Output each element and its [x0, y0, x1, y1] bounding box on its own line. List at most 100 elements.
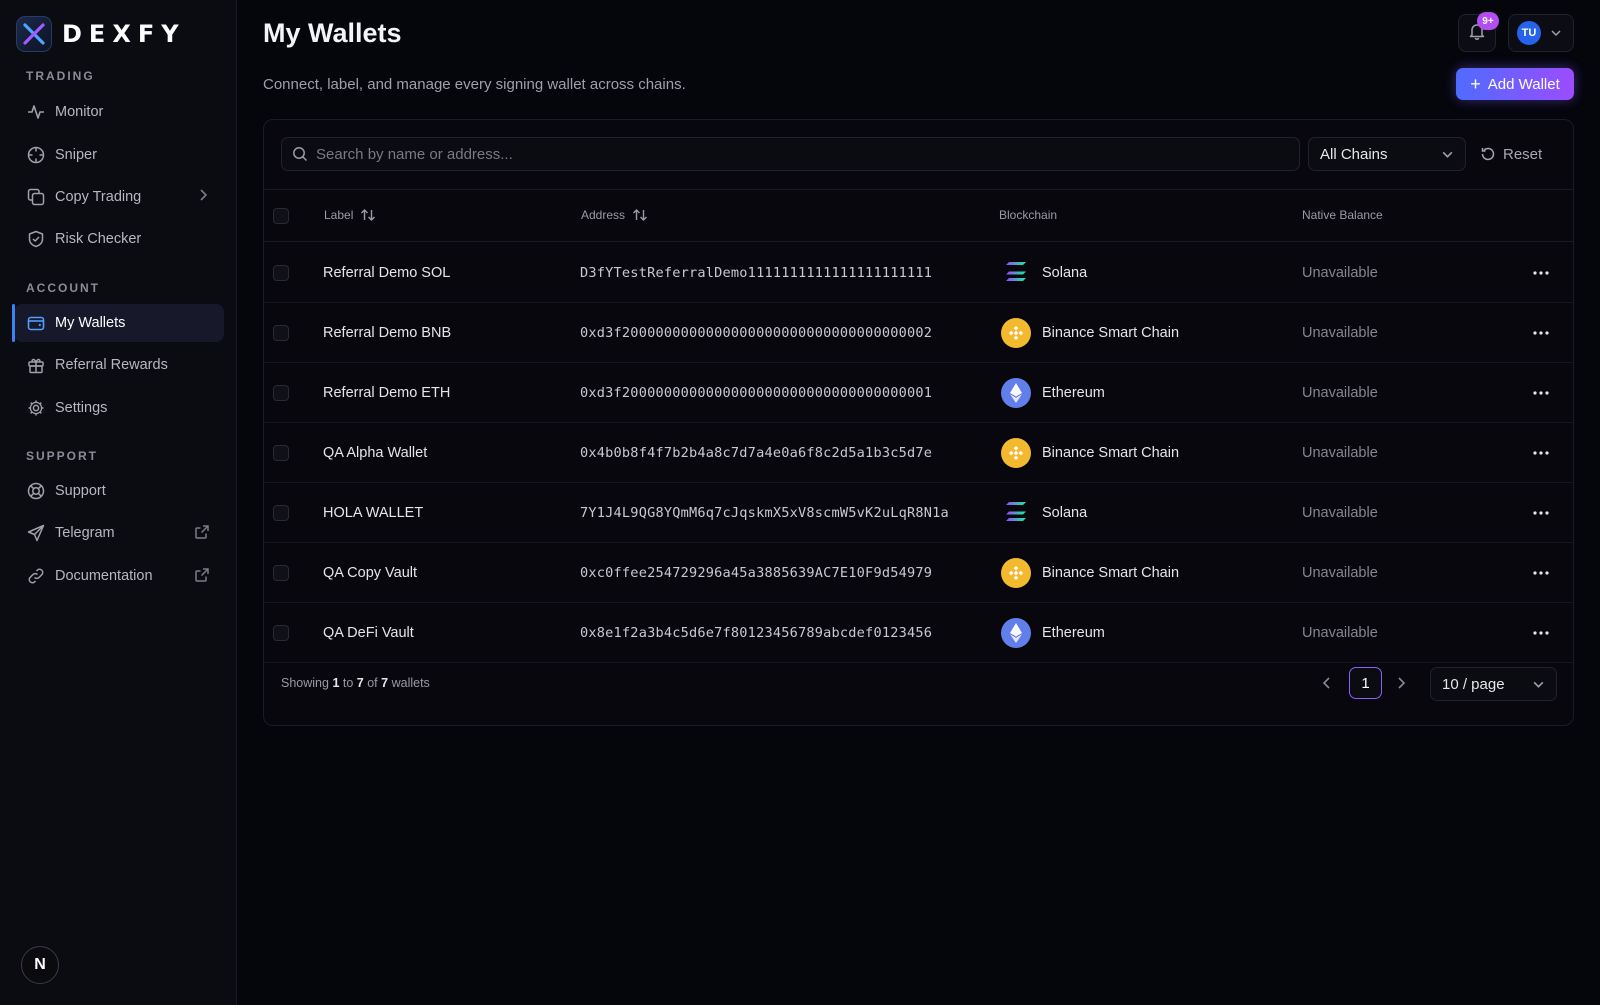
- table-row[interactable]: QA Alpha Wallet 0x4b0b8f4f7b2b4a8c7d7a4e…: [264, 423, 1573, 483]
- section-label-support: SUPPORT: [26, 449, 99, 463]
- sidebar-item-documentation[interactable]: Documentation: [14, 557, 224, 595]
- plus-icon: +: [1470, 74, 1481, 94]
- search-icon: [292, 146, 308, 162]
- sort-icon: [632, 208, 648, 222]
- native-balance: Unavailable: [1302, 445, 1378, 461]
- more-horizontal-icon: [1533, 511, 1549, 515]
- wallet-icon: [26, 313, 46, 333]
- sidebar-item-support[interactable]: Support: [14, 472, 224, 510]
- table-row[interactable]: Referral Demo SOL D3fYTestReferralDemo11…: [264, 243, 1573, 303]
- previous-page-button[interactable]: [1321, 676, 1333, 695]
- table-row[interactable]: QA Copy Vault 0xc0ffee254729296a45a38856…: [264, 543, 1573, 603]
- shield-check-icon: [26, 229, 46, 249]
- column-header-native-balance: Native Balance: [1302, 208, 1383, 222]
- row-actions-button[interactable]: [1529, 603, 1553, 663]
- more-horizontal-icon: [1533, 631, 1549, 635]
- send-icon: [26, 523, 46, 543]
- add-wallet-label: Add Wallet: [1487, 75, 1560, 93]
- column-header-blockchain: Blockchain: [999, 208, 1057, 222]
- column-header-label[interactable]: Label: [324, 208, 376, 222]
- column-label: Native Balance: [1302, 208, 1383, 222]
- sidebar-item-telegram[interactable]: Telegram: [14, 514, 224, 552]
- wallet-address: 0xc0ffee254729296a45a3885639AC7E10F9d549…: [580, 565, 933, 581]
- more-horizontal-icon: [1533, 331, 1549, 335]
- chain-filter-value: All Chains: [1320, 145, 1388, 163]
- wallet-address: 0x4b0b8f4f7b2b4a8c7d7a4e0a6f8c2d5a1b3c5d…: [580, 445, 933, 461]
- bnb-icon: [1001, 438, 1031, 468]
- wallet-label: HOLA WALLET: [323, 505, 424, 521]
- page-size-select[interactable]: 10 / page: [1430, 667, 1557, 701]
- wallet-chain: Binance Smart Chain: [1001, 423, 1179, 483]
- gear-icon: [26, 398, 46, 418]
- wallet-chain: Solana: [1001, 243, 1087, 303]
- wallet-chain: Solana: [1001, 483, 1087, 543]
- row-checkbox[interactable]: [273, 445, 289, 461]
- search-field[interactable]: [281, 137, 1300, 171]
- sidebar-item-label: Telegram: [55, 525, 115, 541]
- solana-icon: [1001, 498, 1031, 528]
- row-checkbox[interactable]: [273, 385, 289, 401]
- row-checkbox[interactable]: [273, 325, 289, 341]
- summary-from: 1: [332, 676, 340, 690]
- page-title: My Wallets: [263, 18, 402, 48]
- page-number-button[interactable]: 1: [1349, 667, 1382, 699]
- search-input[interactable]: [316, 145, 1276, 163]
- gift-icon: [26, 355, 46, 375]
- row-checkbox[interactable]: [273, 265, 289, 281]
- row-actions-button[interactable]: [1529, 483, 1553, 543]
- table-row[interactable]: HOLA WALLET 7Y1J4L9QG8YQmM6q7cJqskmX5xV8…: [264, 483, 1573, 543]
- sidebar-item-label: Copy Trading: [55, 189, 142, 205]
- sidebar-item-label: Settings: [55, 400, 108, 416]
- wallet-label: Referral Demo SOL: [323, 265, 451, 281]
- table-row[interactable]: QA DeFi Vault 0x8e1f2a3b4c5d6e7f80123456…: [264, 603, 1573, 663]
- chain-filter-select[interactable]: All Chains: [1308, 137, 1466, 171]
- wallet-label: QA DeFi Vault: [323, 625, 414, 641]
- next-page-button[interactable]: [1395, 676, 1407, 695]
- chain-name: Binance Smart Chain: [1042, 325, 1180, 341]
- chevron-right-icon: [1395, 677, 1407, 694]
- row-actions-button[interactable]: [1529, 423, 1553, 483]
- table-row[interactable]: Referral Demo ETH 0xd3f20000000000000000…: [264, 363, 1573, 423]
- native-balance: Unavailable: [1302, 325, 1378, 341]
- sidebar-item-copy-trading[interactable]: Copy Trading: [14, 178, 224, 216]
- summary-total: 7: [381, 676, 389, 690]
- row-checkbox[interactable]: [273, 565, 289, 581]
- corner-badge[interactable]: N: [21, 946, 59, 984]
- sidebar-item-sniper[interactable]: Sniper: [14, 136, 224, 174]
- column-header-address[interactable]: Address: [581, 208, 648, 222]
- row-checkbox[interactable]: [273, 625, 289, 641]
- sidebar-item-referral-rewards[interactable]: Referral Rewards: [14, 346, 224, 384]
- sidebar-item-settings[interactable]: Settings: [14, 389, 224, 427]
- user-menu-button[interactable]: TU: [1508, 14, 1574, 52]
- add-wallet-button[interactable]: + Add Wallet: [1456, 68, 1574, 100]
- row-actions-button[interactable]: [1529, 363, 1553, 423]
- sidebar-item-monitor[interactable]: Monitor: [14, 93, 224, 131]
- wallet-address: 7Y1J4L9QG8YQmM6q7cJqskmX5xV8scmW5vK2uLqR…: [580, 505, 949, 521]
- row-actions-button[interactable]: [1529, 543, 1553, 603]
- wallet-chain: Binance Smart Chain: [1001, 303, 1179, 363]
- select-all-checkbox[interactable]: [273, 208, 289, 224]
- wallet-address: 0xd3f20000000000000000000000000000000000…: [580, 325, 933, 341]
- activity-icon: [26, 102, 46, 122]
- page-size-value: 10 / page: [1442, 675, 1505, 693]
- row-actions-button[interactable]: [1529, 303, 1553, 363]
- wallet-label: QA Alpha Wallet: [323, 445, 428, 461]
- reset-icon: [1480, 146, 1496, 162]
- chain-name: Ethereum: [1042, 625, 1105, 641]
- reset-button[interactable]: Reset: [1480, 137, 1558, 171]
- brand-name: DEXFY: [62, 20, 186, 48]
- native-balance: Unavailable: [1302, 565, 1378, 581]
- brand-logo[interactable]: DEXFY: [16, 16, 186, 52]
- wallet-chain: Ethereum: [1001, 603, 1105, 663]
- summary-of-word: of: [367, 676, 378, 690]
- table-row[interactable]: Referral Demo BNB 0xd3f20000000000000000…: [264, 303, 1573, 363]
- wallet-address: 0x8e1f2a3b4c5d6e7f80123456789abcdef01234…: [580, 625, 933, 641]
- row-actions-button[interactable]: [1529, 243, 1553, 303]
- sidebar-item-my-wallets[interactable]: My Wallets: [12, 304, 224, 342]
- wallets-card: All Chains Reset Label Address Blockchai…: [263, 119, 1574, 726]
- row-checkbox[interactable]: [273, 505, 289, 521]
- sidebar-item-risk-checker[interactable]: Risk Checker: [14, 220, 224, 258]
- wallet-address: 0xd3f20000000000000000000000000000000000…: [580, 385, 933, 401]
- ethereum-icon: [1001, 378, 1031, 408]
- copy-icon: [26, 187, 46, 207]
